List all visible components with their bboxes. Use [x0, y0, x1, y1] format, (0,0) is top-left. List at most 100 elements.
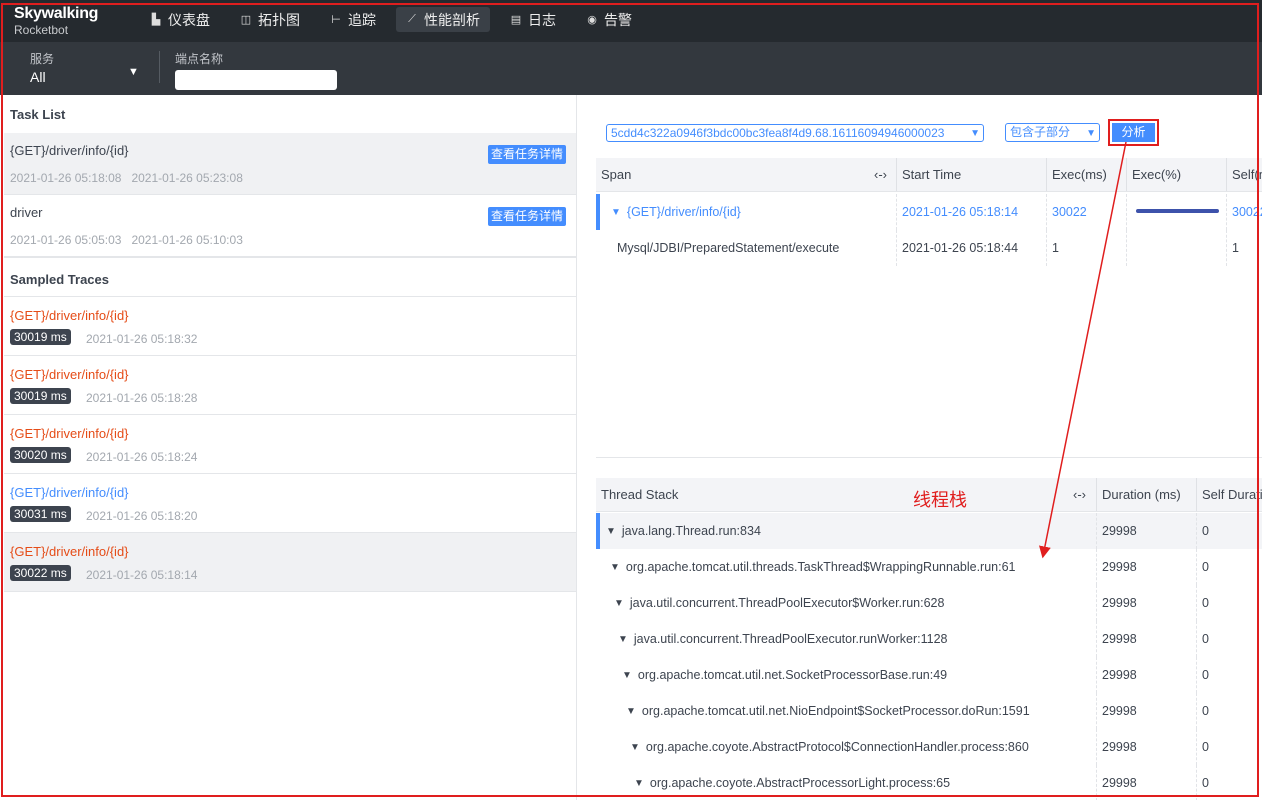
- left-panel: Task List {GET}/driver/info/{id} 2021-01-…: [4, 95, 576, 800]
- stack-duration-cell: 29998: [1096, 729, 1196, 765]
- col-exec: Exec(ms): [1046, 158, 1126, 191]
- logo-title: Skywalking: [14, 5, 99, 22]
- nav-item-2[interactable]: ⊢ 追踪: [320, 7, 386, 32]
- trace-time: 2021-01-26 05:18:32: [86, 332, 198, 346]
- thread-stack-row[interactable]: ▼ java.util.concurrent.ThreadPoolExecutor…: [596, 585, 1262, 621]
- stack-self-cell: 0: [1196, 765, 1262, 800]
- span-name-cell: ▼ {GET}/driver/info/{id}: [606, 194, 886, 230]
- trace-time: 2021-01-26 05:18:28: [86, 391, 198, 405]
- chevron-down-icon[interactable]: ▼: [614, 598, 624, 609]
- span-row[interactable]: Mysql/JDBI/PreparedStatement/execute 2021…: [596, 230, 1262, 266]
- task-item[interactable]: {GET}/driver/info/{id} 2021-01-26 05:18:0…: [4, 133, 576, 195]
- stack-code-cell: ▼ org.apache.coyote.AbstractProtocol$Conn…: [625, 729, 1115, 765]
- stack-duration-cell: 29998: [1096, 549, 1196, 585]
- trace-item[interactable]: {GET}/driver/info/{id} 30019 ms 2021-01-26…: [4, 356, 576, 415]
- trace-item[interactable]: {GET}/driver/info/{id} 30020 ms 2021-01-26…: [4, 415, 576, 474]
- task-item[interactable]: driver 2021-01-26 05:05:03 2021-01-26 05:1…: [4, 195, 576, 257]
- chevron-down-icon[interactable]: ▼: [626, 706, 636, 717]
- chevron-down-icon[interactable]: ▼: [634, 778, 644, 789]
- col-duration: Duration (ms): [1096, 478, 1196, 511]
- topology-icon: ◫: [240, 14, 252, 26]
- filter-toolbar: 服务 All ▼ 端点名称: [0, 42, 1262, 95]
- expand-toggle-icon[interactable]: ‹-›: [1068, 478, 1098, 511]
- chevron-down-icon[interactable]: ▼: [630, 742, 640, 753]
- stack-code-cell: ▼ java.util.concurrent.ThreadPoolExecutor…: [609, 585, 1099, 621]
- trace-item[interactable]: {GET}/driver/info/{id} 30022 ms 2021-01-26…: [4, 533, 576, 592]
- segment-select[interactable]: 5cdd4c322a0946f3bdc00bc3fea8f4d9.68.1611…: [606, 124, 984, 142]
- trace-item[interactable]: {GET}/driver/info/{id} 30031 ms 2021-01-26…: [4, 474, 576, 533]
- thread-stack-row[interactable]: ▼ org.apache.tomcat.util.net.SocketProces…: [596, 657, 1262, 693]
- nav-item-label: 拓扑图: [258, 11, 300, 28]
- exec-percent-bar: [1136, 209, 1219, 213]
- logo-subtitle: Rocketbot: [14, 23, 69, 37]
- segment-id: 5cdd4c322a0946f3bdc00bc3fea8f4d9.68.1611…: [611, 126, 945, 140]
- mode-select[interactable]: 包含子部分 ▼: [1005, 123, 1100, 142]
- chevron-down-icon[interactable]: ▼: [622, 670, 632, 681]
- service-select[interactable]: 服务 All ▼: [30, 50, 140, 85]
- analyze-button[interactable]: 分析: [1112, 123, 1155, 142]
- trace-duration-badge: 30019 ms: [10, 329, 71, 345]
- endpoint-filter: 端点名称: [175, 50, 337, 90]
- stack-duration-cell: 29998: [1096, 693, 1196, 729]
- chevron-down-icon[interactable]: ▼: [611, 207, 621, 218]
- line-chart-icon: ⟋: [408, 13, 416, 25]
- trace-time: 2021-01-26 05:18:24: [86, 450, 198, 464]
- stack-code: org.apache.tomcat.util.net.SocketProcess…: [637, 668, 948, 682]
- span-exec-pct-cell: [1126, 230, 1226, 266]
- thread-stack-row[interactable]: ▼ java.util.concurrent.ThreadPoolExecutor…: [596, 621, 1262, 657]
- right-panel: 5cdd4c322a0946f3bdc00bc3fea8f4d9.68.1611…: [577, 95, 1262, 800]
- trace-duration-badge: 30020 ms: [10, 447, 71, 463]
- trace-duration-badge: 30031 ms: [10, 506, 71, 522]
- thread-stack-row[interactable]: ▼ java.lang.Thread.run:834 29998 0: [596, 513, 1262, 549]
- nav-item-1[interactable]: ◫ 拓扑图: [230, 7, 310, 32]
- trace-time: 2021-01-26 05:18:14: [86, 568, 198, 582]
- chevron-down-icon[interactable]: ▼: [606, 526, 616, 537]
- alarm-icon: ◉: [587, 14, 597, 26]
- trace-duration-badge: 30022 ms: [10, 565, 71, 581]
- logo[interactable]: Skywalking Rocketbot: [14, 5, 99, 37]
- trace-item[interactable]: {GET}/driver/info/{id} 30019 ms 2021-01-26…: [4, 297, 576, 356]
- analyze-highlight-box: 分析: [1108, 119, 1159, 146]
- trace-list: {GET}/driver/info/{id} 30019 ms 2021-01-26…: [4, 297, 576, 592]
- trace-name: {GET}/driver/info/{id}: [10, 485, 129, 500]
- expand-toggle-icon[interactable]: ‹-›: [869, 158, 899, 191]
- span-start-cell: 2021-01-26 05:18:44: [896, 230, 1046, 266]
- view-task-detail-button[interactable]: 查看任务详情: [487, 207, 566, 226]
- stack-duration-cell: 29998: [1096, 621, 1196, 657]
- trace-name: {GET}/driver/info/{id}: [10, 426, 129, 441]
- stack-self-cell: 0: [1196, 693, 1262, 729]
- trace-name: {GET}/driver/info/{id}: [10, 308, 129, 323]
- stack-code: org.apache.coyote.AbstractProtocol$Conne…: [645, 740, 1029, 754]
- stack-code: org.apache.tomcat.util.threads.TaskThrea…: [625, 560, 1016, 574]
- thread-stack-row[interactable]: ▼ org.apache.tomcat.util.threads.TaskThre…: [596, 549, 1262, 585]
- bar-chart-icon: ▙: [151, 14, 161, 26]
- main-nav: ▙ 仪表盘 ◫ 拓扑图 ⊢ 追踪 ⟋ 性能剖析 ▤ 日志 ◉ 告警: [140, 7, 652, 32]
- nav-item-0[interactable]: ▙ 仪表盘: [140, 7, 220, 32]
- stack-code: java.util.concurrent.ThreadPoolExecutor.…: [633, 632, 948, 646]
- nav-item-3[interactable]: ⟋ 性能剖析: [396, 7, 490, 32]
- trace-name: {GET}/driver/info/{id}: [10, 367, 129, 382]
- view-task-detail-button[interactable]: 查看任务详情: [487, 145, 566, 164]
- task-name: {GET}/driver/info/{id}: [10, 143, 129, 158]
- stack-code: org.apache.tomcat.util.net.NioEndpoint$S…: [641, 704, 1030, 718]
- nav-item-label: 追踪: [348, 11, 376, 28]
- thread-stack-row[interactable]: ▼ org.apache.coyote.AbstractProcessorLigh…: [596, 765, 1262, 800]
- span-name: Mysql/JDBI/PreparedStatement/execute: [617, 241, 840, 255]
- chevron-down-icon: ▼: [1086, 128, 1096, 139]
- service-label: 服务: [30, 52, 55, 66]
- stack-self-cell: 0: [1196, 621, 1262, 657]
- chevron-down-icon: ▼: [128, 66, 139, 78]
- col-self-duration: Self Duration (ms): [1196, 478, 1262, 511]
- thread-stack-row[interactable]: ▼ org.apache.coyote.AbstractProtocol$Conn…: [596, 729, 1262, 765]
- stack-code-cell: ▼ java.lang.Thread.run:834: [601, 513, 1091, 549]
- endpoint-input[interactable]: [175, 70, 337, 90]
- stack-code: org.apache.coyote.AbstractProcessorLight…: [649, 776, 951, 790]
- nav-item-4[interactable]: ▤ 日志: [500, 7, 566, 32]
- chevron-down-icon[interactable]: ▼: [610, 562, 620, 573]
- chevron-down-icon[interactable]: ▼: [618, 634, 628, 645]
- thread-stack-row[interactable]: ▼ org.apache.tomcat.util.net.NioEndpoint$…: [596, 693, 1262, 729]
- stack-code-cell: ▼ org.apache.tomcat.util.net.NioEndpoint$…: [621, 693, 1111, 729]
- task-list: {GET}/driver/info/{id} 2021-01-26 05:18:0…: [4, 133, 576, 257]
- nav-item-5[interactable]: ◉ 告警: [576, 7, 642, 32]
- stack-self-cell: 0: [1196, 549, 1262, 585]
